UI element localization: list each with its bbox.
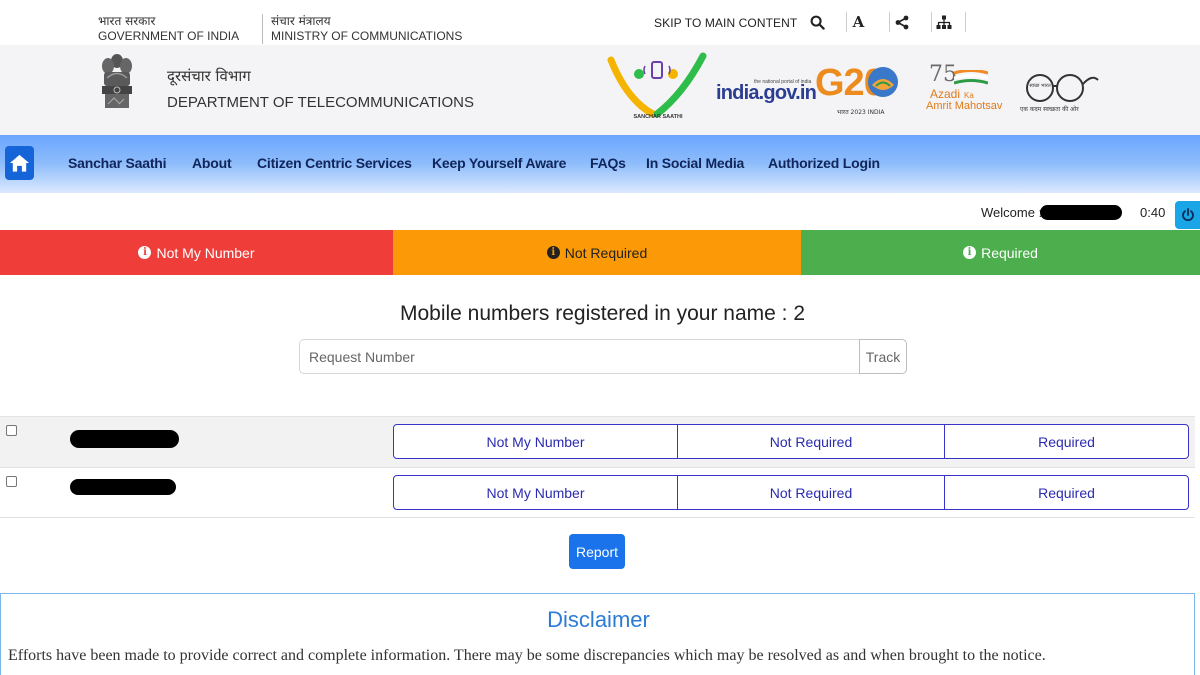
swachh-tagline: एक कदम स्वच्छता की ओर <box>1020 106 1079 113</box>
session-timer: 0:40 <box>1140 205 1166 220</box>
not-required-button[interactable]: Not Required <box>677 424 945 459</box>
swachh-bharat-logo[interactable]: स्वच्छ भारत एक कदम स्वच्छता की ओर <box>1020 70 1100 116</box>
india-gov-text: india.gov.in <box>716 82 817 104</box>
redacted-mobile-number <box>70 430 179 448</box>
info-icon: i <box>963 246 977 259</box>
top-strip: भारत सरकार GOVERNMENT OF INDIA संचार मंत… <box>0 0 1200 45</box>
welcome-label: Welcome : <box>981 205 1043 220</box>
nav-sanchar-saathi[interactable]: Sanchar Saathi <box>68 155 167 171</box>
disclaimer-text: Efforts have been made to provide correc… <box>8 647 1046 664</box>
gov-english-text: GOVERNMENT OF INDIA <box>98 29 240 43</box>
azadi-ka-amrit-mahotsav-logo[interactable]: 75 Azadi Ka Amrit Mahotsav <box>926 62 1006 118</box>
nav-citizen-centric-services[interactable]: Citizen Centric Services <box>257 155 412 171</box>
toolbar-divider <box>965 12 966 32</box>
ministry-hindi-text: संचार मंत्रालय <box>271 14 331 28</box>
legend-required-label: Required <box>981 244 1038 261</box>
not-my-number-button[interactable]: Not My Number <box>393 475 678 510</box>
azadi-ka: Ka <box>964 91 974 100</box>
dept-english-text: DEPARTMENT OF TELECOMMUNICATIONS <box>167 94 474 111</box>
required-button[interactable]: Required <box>944 475 1189 510</box>
gov-hindi-text: भारत सरकार <box>98 14 156 28</box>
legend-not-my-number-label: Not My Number <box>156 244 255 261</box>
g20-logo[interactable]: G20 भारत 2023 INDIA <box>815 62 903 120</box>
font-size-icon[interactable]: A <box>846 12 870 32</box>
table-row: Not My Number Not Required Required <box>0 467 1195 518</box>
national-emblem-logo[interactable] <box>99 52 135 128</box>
swachh-lens-text: स्वच्छ भारत <box>1029 83 1051 89</box>
nav-faqs[interactable]: FAQs <box>590 155 626 171</box>
sitemap-icon[interactable] <box>931 12 955 32</box>
info-icon: i <box>546 246 560 259</box>
request-number-input[interactable] <box>299 339 860 374</box>
legend-not-required-label: Not Required <box>564 244 648 261</box>
government-of-india-label: भारत सरकार GOVERNMENT OF INDIA <box>98 14 239 44</box>
nav-authorized-login[interactable]: Authorized Login <box>768 155 880 171</box>
india-gov-in-logo[interactable]: the national portal of india india.gov.i… <box>716 76 817 106</box>
redacted-mobile-number <box>70 479 176 495</box>
registered-numbers-count: Mobile numbers registered in your name :… <box>399 302 806 325</box>
font-size-label: A <box>852 13 865 31</box>
table-row: Not My Number Not Required Required <box>0 416 1195 467</box>
nav-keep-yourself-aware[interactable]: Keep Yourself Aware <box>432 155 566 171</box>
nav-in-social-media[interactable]: In Social Media <box>646 155 744 171</box>
not-required-button[interactable]: Not Required <box>677 475 945 510</box>
department-title[interactable]: दूरसंचार विभाग DEPARTMENT OF TELECOMMUNI… <box>167 66 474 113</box>
azadi-line2: Amrit Mahotsav <box>926 100 1003 112</box>
main-nav: Sanchar Saathi About Citizen Centric Ser… <box>0 135 1200 193</box>
logout-button[interactable] <box>1175 201 1200 229</box>
disclaimer-panel: Disclaimer Efforts have been made to pro… <box>0 593 1195 675</box>
home-icon <box>9 154 30 172</box>
share-icon[interactable] <box>889 12 913 32</box>
legend-not-required: i Not Required <box>393 230 801 275</box>
not-my-number-button[interactable]: Not My Number <box>393 424 678 459</box>
azadi-number: 75 <box>929 62 957 87</box>
ministry-english-text: MINISTRY OF COMMUNICATIONS <box>271 29 463 43</box>
skip-to-main-content-link[interactable]: SKIP TO MAIN CONTENT <box>654 16 797 30</box>
sanchar-saathi-logo[interactable]: SANCHAR SAATHI <box>607 52 707 130</box>
ministry-label: संचार मंत्रालय MINISTRY OF COMMUNICATION… <box>262 14 462 44</box>
required-button[interactable]: Required <box>944 424 1189 459</box>
home-button[interactable] <box>5 146 34 180</box>
sanchar-saathi-caption: SANCHAR SAATHI <box>633 114 683 120</box>
power-icon <box>1181 208 1194 222</box>
row-select-checkbox[interactable] <box>6 476 17 487</box>
legend-not-my-number: i Not My Number <box>0 230 393 275</box>
report-button[interactable]: Report <box>569 534 625 569</box>
disclaimer-title: Disclaimer <box>547 607 650 632</box>
azadi-line1: Azadi <box>930 87 961 101</box>
nav-about[interactable]: About <box>192 155 232 171</box>
search-icon[interactable] <box>805 12 829 32</box>
legend-required: i Required <box>801 230 1200 275</box>
g20-tagline: भारत 2023 INDIA <box>837 109 885 116</box>
track-button[interactable]: Track <box>859 339 907 374</box>
redacted-user-name <box>1040 205 1122 220</box>
dept-hindi-text: दूरसंचार विभाग <box>167 67 251 85</box>
info-icon: i <box>138 246 152 259</box>
row-select-checkbox[interactable] <box>6 425 17 436</box>
